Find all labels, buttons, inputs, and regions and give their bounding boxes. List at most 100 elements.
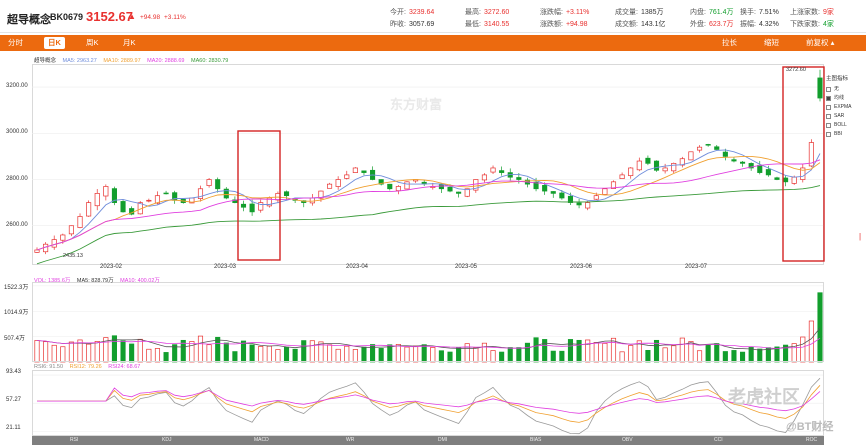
checkbox-icon[interactable] [826, 96, 831, 101]
candle-body [103, 186, 109, 197]
candle-body [335, 179, 341, 187]
candle-body [585, 202, 591, 209]
candle-body [51, 239, 57, 248]
tool-macd[interactable]: MACD [254, 437, 269, 443]
candle-body [722, 151, 728, 157]
indicator-option[interactable]: 无 [826, 85, 860, 94]
tool-roc[interactable]: ROC [806, 437, 817, 443]
indicator-option-label: EXPMA [834, 104, 852, 110]
checkbox-icon[interactable] [826, 114, 831, 119]
candle-body [559, 192, 565, 199]
legend-rsi12: RSI12: 79.26 [69, 364, 102, 370]
legend-vol-ma5: MA5: 828.79万 [76, 278, 114, 284]
scroll-handle[interactable]: | [859, 232, 861, 241]
eastmoney-watermark: 东方财富 [390, 97, 443, 112]
candle-body [447, 186, 453, 192]
tool-dmi[interactable]: DMI [438, 437, 447, 443]
rsi-panel [32, 370, 824, 436]
tool-kdj[interactable]: KDJ [162, 437, 171, 443]
candle-body [636, 160, 642, 171]
ma60-line [36, 185, 821, 265]
tool-wr[interactable]: WR [346, 437, 354, 443]
candle-body [120, 201, 126, 213]
legend-rsi6: RSI6: 91.50 [34, 364, 64, 370]
candle-body [34, 249, 40, 253]
indicator-option[interactable]: SAR [826, 112, 860, 121]
indicator-panel-title: 主图指标 [826, 76, 849, 82]
candle-body [499, 170, 505, 173]
candle-body [438, 184, 444, 190]
indicator-option[interactable]: EXPMA [826, 103, 860, 112]
candle-body [68, 225, 74, 235]
candle-body [619, 174, 625, 179]
indicator-toolbar: RSI KDJ MACD WR DMI BIAS OBV CCI ROC [32, 436, 824, 445]
candle-body [662, 167, 668, 172]
checkbox-icon[interactable] [826, 123, 831, 128]
candle-body [783, 177, 789, 183]
rsi-tick-label: 21.11 [6, 425, 21, 432]
tool-bias[interactable]: BIAS [530, 437, 541, 443]
indicator-option-label: SAR [834, 113, 845, 119]
vol-legend: VOL: 1385.6万 MA5: 828.79万 MA10: 400.02万 [34, 276, 165, 284]
candle-body [404, 181, 410, 190]
candle-body [94, 193, 100, 207]
candle-body [645, 157, 651, 164]
candle-body [456, 191, 462, 194]
rsi-tick-label: 57.27 [6, 397, 22, 404]
candle-body [146, 199, 152, 202]
high-annotation: 3272.60 [786, 67, 806, 73]
indicator-option[interactable]: 均线 [826, 94, 860, 103]
candle-body [714, 146, 720, 150]
tiger-community-watermark: 老虎社区 [728, 387, 800, 407]
candle-body [705, 144, 711, 146]
candle-body [757, 164, 763, 173]
indicator-option-label: BBI [834, 131, 843, 137]
tool-cci[interactable]: CCI [714, 437, 723, 443]
indicator-panel: 主图指标 无均线 EXPMA SAR BOLL BBI [826, 74, 860, 139]
candle-body [361, 170, 367, 173]
legend-rsi24: RSI24: 68.67 [108, 364, 141, 370]
candle-body [283, 191, 290, 197]
candle-body [163, 192, 169, 195]
candle-body [490, 167, 496, 173]
candle-body [791, 176, 797, 184]
indicator-option[interactable]: BBI [826, 130, 860, 139]
indicator-option[interactable]: BOLL [826, 121, 860, 130]
candle-body [602, 188, 608, 195]
rsi-tick-label: 93.43 [6, 369, 22, 376]
candle-body [576, 202, 582, 206]
candle-body [326, 183, 333, 189]
volume-tick-label: 1522.3万 [4, 284, 29, 291]
legend-vol-ma10: MA10: 400.02万 [120, 278, 160, 284]
low-annotation: 2435.13 [63, 253, 83, 259]
candle-body [249, 203, 255, 213]
candle-body [731, 159, 737, 162]
candle-body [593, 195, 599, 200]
candle-body [60, 234, 66, 241]
candle-body [352, 167, 358, 173]
tool-rsi[interactable]: RSI [70, 437, 78, 443]
tool-obv[interactable]: OBV [622, 437, 633, 443]
candle-body [671, 162, 677, 172]
checkbox-icon[interactable] [826, 105, 831, 110]
bt-finance-watermark: @BT财经 [786, 421, 834, 433]
candle-body [86, 202, 92, 217]
candle-body [688, 151, 694, 161]
legend-vol: VOL: 1385.6万 [34, 278, 71, 284]
candle-body [481, 174, 487, 181]
checkbox-icon[interactable] [826, 87, 831, 92]
indicator-option-label: 无 [834, 86, 840, 92]
candle-body [344, 174, 350, 179]
candle-body [774, 177, 780, 180]
ma20-line [36, 159, 821, 251]
ma10-line [36, 155, 821, 251]
checkbox-icon[interactable] [826, 132, 831, 137]
candle-body [740, 161, 746, 164]
candle-body [215, 179, 221, 190]
candle-body [542, 185, 548, 192]
volume-panel [32, 282, 824, 362]
indicator-option-label: 均线 [834, 95, 845, 101]
candle-body [395, 186, 401, 191]
ma5-line [36, 149, 821, 251]
rsi-legend: RSI6: 91.50 RSI12: 79.26 RSI24: 68.67 [34, 364, 145, 370]
